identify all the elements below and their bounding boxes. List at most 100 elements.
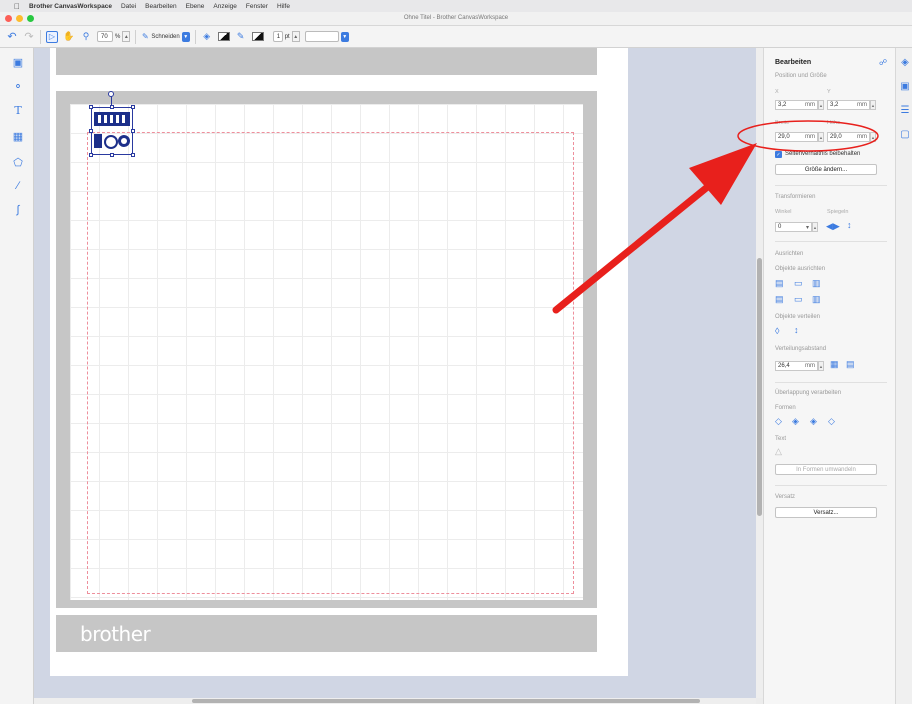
panel-divider <box>775 241 887 242</box>
y-stepper[interactable]: ▲ <box>870 100 876 110</box>
resize-handle[interactable] <box>89 153 93 157</box>
resize-button[interactable]: Größe ändern... <box>775 164 877 175</box>
fill-icon[interactable]: ◈ <box>201 31 213 43</box>
spacing-horizontal-icon[interactable]: ▦ <box>830 359 839 370</box>
layers-tab-icon[interactable]: ☰ <box>899 104 911 116</box>
spacing-input[interactable]: 26,4 mm <box>775 361 818 371</box>
convert-to-shapes-button[interactable]: In Formen umwandeln <box>775 464 877 475</box>
spacing-stepper[interactable]: ▲ <box>818 361 824 371</box>
resize-handle[interactable] <box>89 129 93 133</box>
edit-tab-icon[interactable]: ◈ <box>899 56 911 68</box>
align-heading: Ausrichten <box>775 251 804 257</box>
width-input[interactable]: 29,0 mm <box>775 132 818 142</box>
menu-anzeige[interactable]: Anzeige <box>213 3 237 10</box>
line-width-input[interactable]: 1 <box>272 31 283 42</box>
line-style-box <box>304 31 339 42</box>
resize-handle[interactable] <box>89 105 93 109</box>
align-right-icon[interactable]: ▥ <box>812 278 821 289</box>
menu-datei[interactable]: Datei <box>121 3 136 10</box>
zoom-input[interactable]: 70 <box>97 31 113 42</box>
offset-button[interactable]: Versatz... <box>775 507 877 518</box>
position-size-heading: Position und Größe <box>775 73 827 79</box>
pattern-tool-icon[interactable]: ▦ <box>12 130 24 143</box>
align-left-icon[interactable]: ▤ <box>775 278 784 289</box>
height-label: Höhe <box>827 120 841 126</box>
redo-icon[interactable]: ↷ <box>23 31 35 43</box>
text-label: Text <box>775 436 787 442</box>
fill-color-swatch[interactable] <box>217 32 230 41</box>
spacing-vertical-icon[interactable]: ▤ <box>846 359 855 370</box>
shape-tool-icon[interactable]: ⚬ <box>12 80 24 93</box>
object-tab-icon[interactable]: ▣ <box>899 80 911 92</box>
page-tab-icon[interactable]: ▢ <box>899 128 911 140</box>
text-tool-icon[interactable]: T <box>12 104 24 117</box>
resize-handle[interactable] <box>131 105 135 109</box>
line-tool-icon[interactable]: ∕ <box>12 180 24 192</box>
horizontal-scrollbar[interactable] <box>34 698 756 704</box>
align-top-icon[interactable]: ▤ <box>775 294 784 305</box>
vertical-scrollbar[interactable] <box>756 48 763 698</box>
brother-logo: brother <box>80 622 151 646</box>
menu-app-name[interactable]: Brother CanvasWorkspace <box>29 3 112 10</box>
link-icon[interactable]: ☍ <box>879 58 887 67</box>
weld-icon[interactable]: ◇ <box>775 416 782 427</box>
vertical-scroll-thumb[interactable] <box>757 258 762 516</box>
panel-divider <box>775 382 887 383</box>
toolbar-divider <box>194 29 196 44</box>
left-toolbar: ▣ ⚬ T ▦ ⬠ ∕ ∫ <box>0 48 34 704</box>
select-tool-icon[interactable]: ▷ <box>46 30 58 43</box>
overlap-heading: Überlappung verarbeiten <box>775 390 842 396</box>
freehand-tool-icon[interactable]: ∫ <box>12 204 24 216</box>
apple-icon[interactable]:  <box>14 2 20 11</box>
height-input[interactable]: 29,0 mm <box>827 132 870 142</box>
horizontal-scroll-thumb[interactable] <box>192 699 700 703</box>
resize-handle[interactable] <box>131 129 135 133</box>
line-color-swatch[interactable] <box>251 32 264 41</box>
line-width-stepper[interactable]: ▲ <box>291 31 300 42</box>
x-input[interactable]: 3,2 mm <box>775 100 818 110</box>
hand-tool-icon[interactable]: ✋ <box>63 31 75 43</box>
zoom-icon[interactable]: ⚲ <box>80 31 92 43</box>
line-style-select[interactable]: ▼ <box>304 31 349 42</box>
cutting-area-border <box>87 132 574 594</box>
selected-object[interactable] <box>89 91 135 157</box>
align-bottom-icon[interactable]: ▥ <box>812 294 821 305</box>
mat-grid[interactable] <box>70 104 583 600</box>
distribute-vertical-icon[interactable]: ↕ <box>794 325 799 335</box>
text-shape-icon: △ <box>775 446 782 456</box>
menu-hilfe[interactable]: Hilfe <box>277 3 290 10</box>
x-unit: mm <box>805 102 815 108</box>
angle-stepper[interactable]: ▲ <box>812 222 818 232</box>
width-label: Breite <box>775 120 790 126</box>
align-middle-icon[interactable]: ▭ <box>794 294 803 305</box>
height-stepper[interactable]: ▲ <box>870 132 876 142</box>
mirror-vertical-icon[interactable]: ↕ <box>847 220 852 230</box>
zoom-stepper[interactable]: ▲ <box>122 31 131 42</box>
width-stepper[interactable]: ▲ <box>818 132 824 142</box>
rotate-handle[interactable] <box>108 91 114 97</box>
resize-handle[interactable] <box>110 105 114 109</box>
canvas-area[interactable]: brother <box>34 48 756 698</box>
angle-input[interactable]: 0 ▾ <box>775 222 812 232</box>
menu-bearbeiten[interactable]: Bearbeiten <box>145 3 176 10</box>
menu-fenster[interactable]: Fenster <box>246 3 268 10</box>
align-center-icon[interactable]: ▭ <box>794 278 803 289</box>
mode-select[interactable]: ✎ Schneiden ▼ <box>141 31 190 43</box>
mirror-horizontal-icon[interactable]: ◀▶ <box>826 221 840 232</box>
intersect-icon[interactable]: ◇ <box>828 416 835 427</box>
y-input[interactable]: 3,2 mm <box>827 100 870 110</box>
keep-ratio-checkbox[interactable]: ✓ <box>775 151 782 158</box>
trace-tool-icon[interactable]: ⬠ <box>12 156 24 169</box>
width-unit: mm <box>805 134 815 140</box>
subtract-icon[interactable]: ◈ <box>810 416 817 427</box>
resize-handle[interactable] <box>131 153 135 157</box>
offset-heading: Versatz <box>775 494 796 500</box>
resize-handle[interactable] <box>110 153 114 157</box>
import-icon[interactable]: ▣ <box>12 56 24 69</box>
undo-icon[interactable]: ↶ <box>6 31 18 43</box>
unite-icon[interactable]: ◈ <box>792 416 799 427</box>
x-stepper[interactable]: ▲ <box>818 100 824 110</box>
line-color-icon[interactable]: ✎ <box>235 31 247 43</box>
distribute-horizontal-icon[interactable]: ◊ <box>775 326 779 336</box>
menu-ebene[interactable]: Ebene <box>186 3 205 10</box>
